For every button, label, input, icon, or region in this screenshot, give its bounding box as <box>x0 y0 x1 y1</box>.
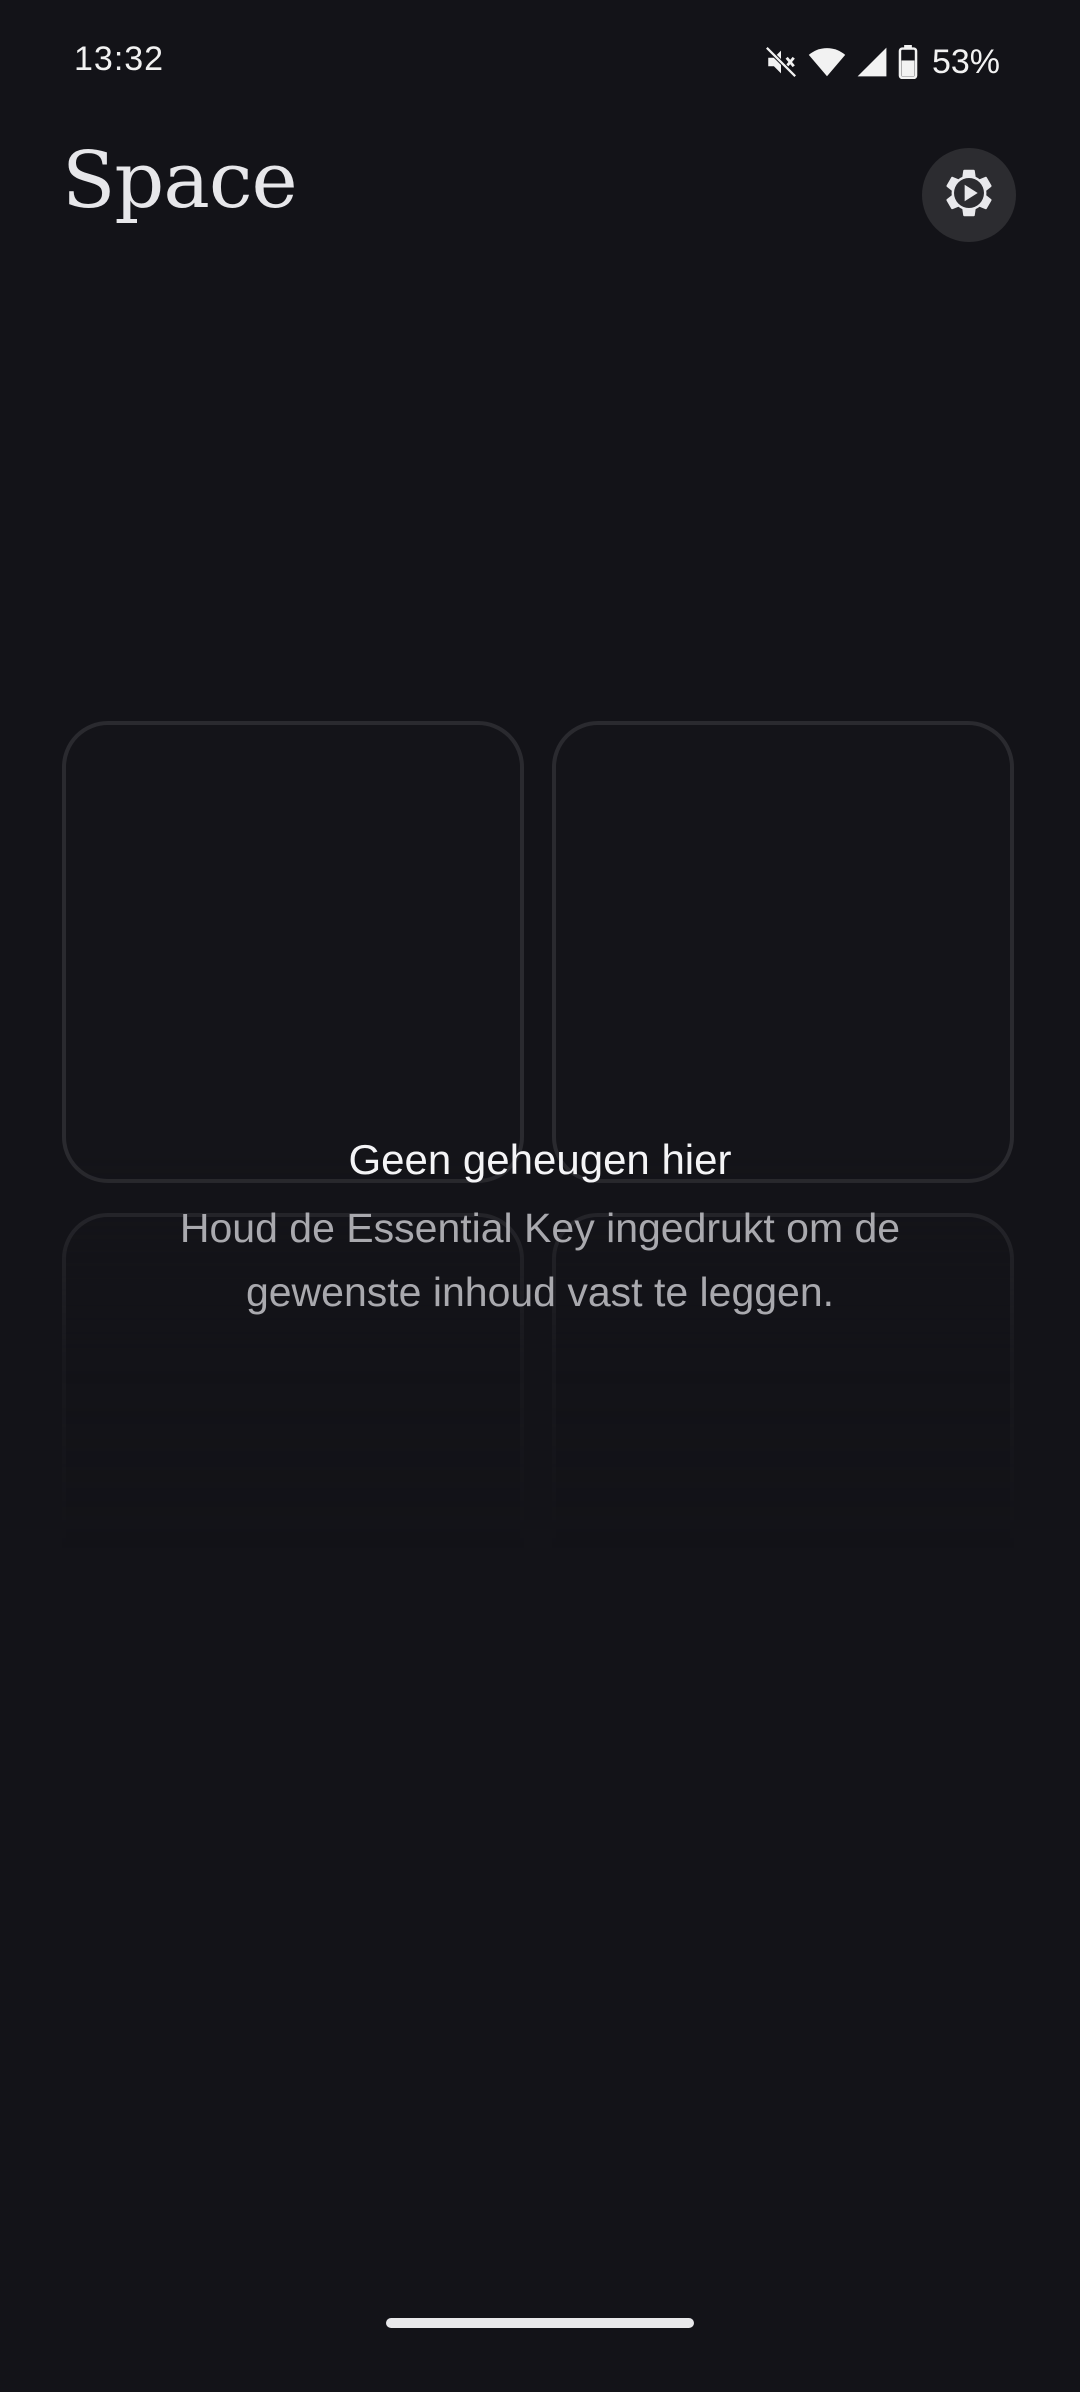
wifi-icon <box>808 45 846 79</box>
battery-percent: 53% <box>931 42 1000 81</box>
placeholder-tile <box>552 721 1014 1183</box>
signal-icon <box>856 45 888 79</box>
empty-state-title: Geen geheugen hier <box>348 1136 732 1183</box>
home-indicator[interactable] <box>386 2318 694 2328</box>
status-icons: 53% <box>764 42 1000 82</box>
placeholder-tile <box>62 721 524 1183</box>
page-title: Space <box>62 136 298 226</box>
settings-button[interactable] <box>922 148 1016 242</box>
empty-state: Geen geheugen hier Houd de Essential Key… <box>90 1136 990 1324</box>
gear-icon <box>940 164 998 227</box>
mute-icon <box>764 45 798 79</box>
status-time: 13:32 <box>74 40 165 78</box>
empty-state-description: Houd de Essential Key ingedrukt om de ge… <box>179 1205 901 1315</box>
status-bar: 13:32 53% <box>0 0 1080 128</box>
battery-icon <box>898 45 918 79</box>
